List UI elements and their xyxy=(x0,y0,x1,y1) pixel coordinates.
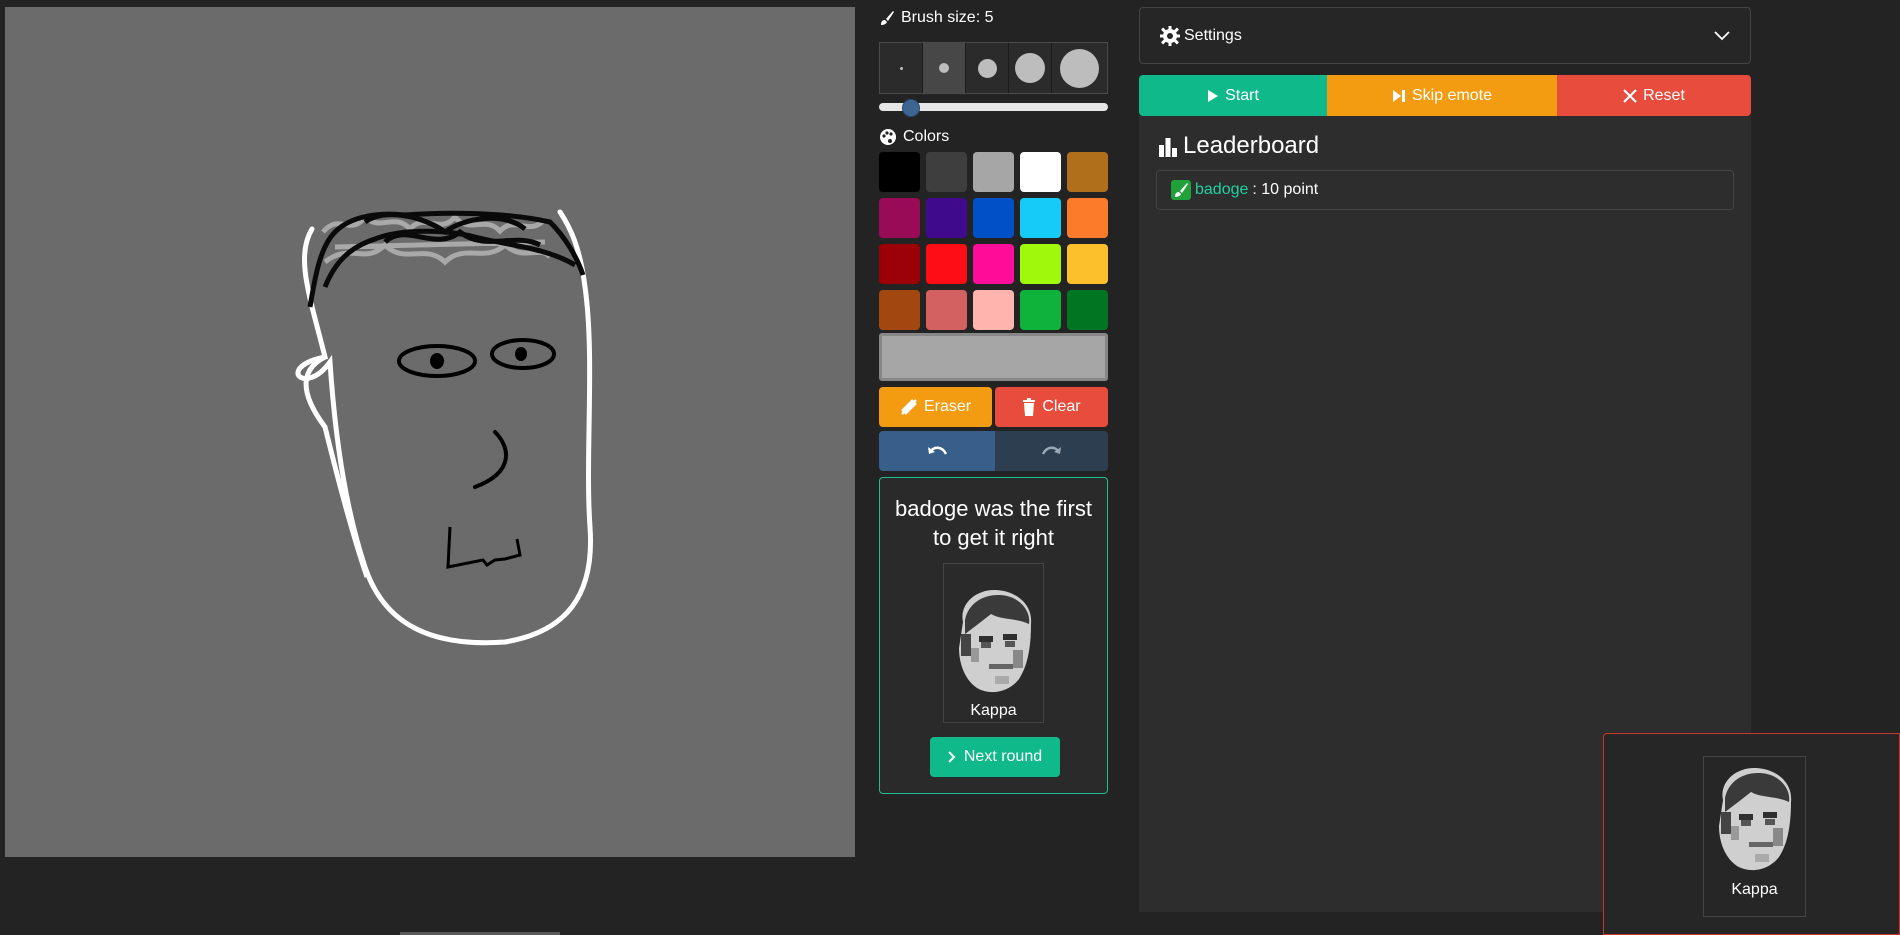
trash-icon xyxy=(1023,398,1036,416)
bar-chart-icon xyxy=(1159,138,1177,157)
redo-icon xyxy=(1041,446,1061,455)
gear-icon xyxy=(1160,25,1180,46)
chevron-down-icon xyxy=(1714,30,1730,40)
color-swatch[interactable] xyxy=(879,198,920,238)
brush-size-15-button[interactable] xyxy=(1009,43,1053,93)
settings-dropdown[interactable]: Settings xyxy=(1139,7,1751,64)
emote-card: Kappa xyxy=(943,563,1044,723)
brush-size-5-button[interactable] xyxy=(923,43,967,93)
kappa-emote-image xyxy=(1719,767,1792,871)
round-result-message: badoge was the first to get it right xyxy=(895,496,1092,550)
chevron-right-icon xyxy=(948,751,956,763)
brush-size-10-button[interactable] xyxy=(966,43,1010,93)
color-swatch[interactable] xyxy=(973,152,1014,192)
brush-size-20-button[interactable] xyxy=(1052,43,1108,93)
color-swatch[interactable] xyxy=(879,152,920,192)
play-icon xyxy=(1208,89,1219,102)
skip-forward-icon xyxy=(1392,89,1405,102)
color-swatch[interactable] xyxy=(926,244,967,284)
mouth-stroke xyxy=(446,526,522,569)
eraser-button[interactable]: Eraser xyxy=(879,387,992,427)
overlay-emote-name: Kappa xyxy=(1731,881,1778,898)
color-swatch[interactable] xyxy=(1020,198,1061,238)
color-swatch[interactable] xyxy=(1020,290,1061,330)
color-swatch[interactable] xyxy=(879,290,920,330)
current-color-preview xyxy=(879,333,1108,381)
start-button[interactable]: Start xyxy=(1139,75,1327,116)
color-swatch[interactable] xyxy=(1067,290,1108,330)
color-swatch[interactable] xyxy=(973,198,1014,238)
redo-button[interactable] xyxy=(995,431,1108,471)
reset-button[interactable]: Reset xyxy=(1557,75,1751,116)
color-palette xyxy=(879,152,1115,330)
emote-overlay-popup: Kappa xyxy=(1603,733,1900,935)
leaderboard-score: : 10 point xyxy=(1252,181,1319,198)
leaderboard-entry: badoge: 10 point xyxy=(1156,170,1734,210)
palette-icon xyxy=(880,129,896,145)
brush-size-1-button[interactable] xyxy=(880,43,924,93)
clear-button[interactable]: Clear xyxy=(995,387,1108,427)
colors-label: Colors xyxy=(879,128,949,146)
skip-emote-button[interactable]: Skip emote xyxy=(1327,75,1557,116)
close-icon xyxy=(1623,88,1637,103)
color-swatch[interactable] xyxy=(926,198,967,238)
color-swatch[interactable] xyxy=(926,152,967,192)
eraser-icon xyxy=(901,399,917,415)
color-swatch[interactable] xyxy=(1020,244,1061,284)
kappa-emote-image xyxy=(959,589,1032,693)
color-swatch[interactable] xyxy=(973,290,1014,330)
color-swatch[interactable] xyxy=(1067,198,1108,238)
color-swatch[interactable] xyxy=(926,290,967,330)
round-result-panel: badoge was the first to get it right Kap… xyxy=(879,477,1108,794)
color-swatch[interactable] xyxy=(1067,244,1108,284)
color-swatch[interactable] xyxy=(879,244,920,284)
brush-size-selector xyxy=(879,42,1108,94)
brush-badge-icon xyxy=(1171,180,1191,200)
drawing-canvas[interactable] xyxy=(5,7,855,857)
overlay-emote-card: Kappa xyxy=(1703,756,1806,917)
face-outline-stroke xyxy=(295,209,594,646)
color-swatch[interactable] xyxy=(1067,152,1108,192)
nose-stroke xyxy=(473,430,508,489)
leaderboard-title: Leaderboard xyxy=(1157,132,1319,160)
brush-icon xyxy=(881,11,894,25)
undo-icon xyxy=(928,446,948,455)
next-round-button[interactable]: Next round xyxy=(930,737,1060,777)
color-swatch[interactable] xyxy=(973,244,1014,284)
leaderboard-player[interactable]: badoge xyxy=(1195,181,1248,199)
color-swatch[interactable] xyxy=(1020,152,1061,192)
brush-size-slider-thumb[interactable] xyxy=(902,99,920,117)
brush-size-label: Brush size: 5 xyxy=(879,9,993,27)
undo-button[interactable] xyxy=(879,431,995,471)
emote-name: Kappa xyxy=(970,702,1017,719)
